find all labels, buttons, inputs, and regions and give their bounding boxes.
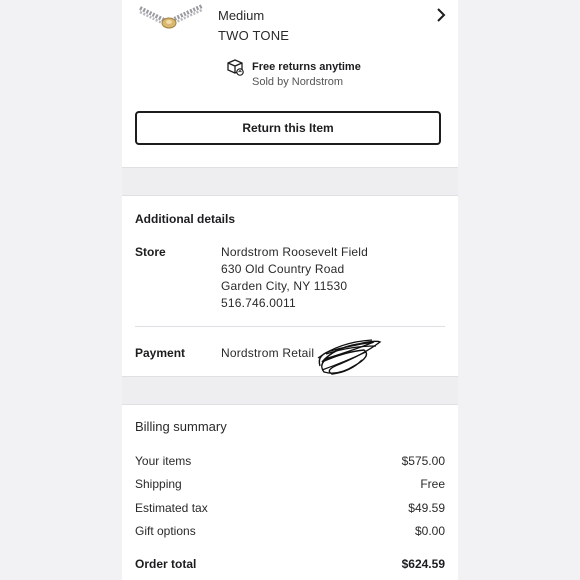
billing-row-label: Estimated tax xyxy=(135,501,208,515)
billing-row-value: Free xyxy=(420,477,445,491)
section-separator xyxy=(122,167,458,196)
payment-label: Payment xyxy=(135,346,186,360)
payment-value: Nordstrom Retail xyxy=(221,346,315,360)
store-label: Store xyxy=(135,245,166,259)
billing-row-label: Gift options xyxy=(135,524,196,538)
section-separator-2 xyxy=(122,376,458,405)
details-divider xyxy=(135,326,445,327)
billing-row-items: Your items $575.00 xyxy=(135,454,445,470)
bracelet-thumbnail-icon xyxy=(139,4,203,29)
chevron-right-icon[interactable] xyxy=(433,7,449,23)
billing-row-value: $575.00 xyxy=(401,454,445,468)
store-street: 630 Old Country Road xyxy=(221,262,345,276)
billing-summary-title: Billing summary xyxy=(135,419,227,434)
store-name: Nordstrom Roosevelt Field xyxy=(221,245,369,259)
billing-row-label: Shipping xyxy=(135,477,182,491)
additional-details-title: Additional details xyxy=(135,212,236,226)
billing-row-label: Your items xyxy=(135,454,192,468)
billing-row-total: Order total $624.59 xyxy=(135,557,445,573)
item-color: TWO TONE xyxy=(218,28,290,43)
sold-by-text: Sold by Nordstrom xyxy=(252,76,344,88)
order-total-value: $624.59 xyxy=(401,557,445,571)
return-item-button[interactable]: Return this Item xyxy=(135,111,441,145)
order-item-row[interactable]: Medium TWO TONE xyxy=(122,0,458,50)
redaction-scribble xyxy=(317,339,382,375)
order-details-page: Medium TWO TONE Free returns anytime Sol… xyxy=(122,0,458,580)
store-phone: 516.746.0011 xyxy=(221,296,296,310)
billing-row-value: $0.00 xyxy=(414,524,445,538)
order-total-label: Order total xyxy=(135,557,197,571)
store-city: Garden City, NY 11530 xyxy=(221,279,348,293)
billing-row-gift: Gift options $0.00 xyxy=(135,524,445,540)
item-size: Medium xyxy=(218,8,265,23)
store-address: Nordstrom Roosevelt Field 630 Old Countr… xyxy=(221,244,368,312)
billing-row-shipping: Shipping Free xyxy=(135,477,445,493)
return-box-icon xyxy=(227,59,244,76)
billing-row-tax: Estimated tax $49.59 xyxy=(135,501,445,517)
free-returns-text: Free returns anytime xyxy=(252,61,361,73)
billing-row-value: $49.59 xyxy=(408,501,445,515)
